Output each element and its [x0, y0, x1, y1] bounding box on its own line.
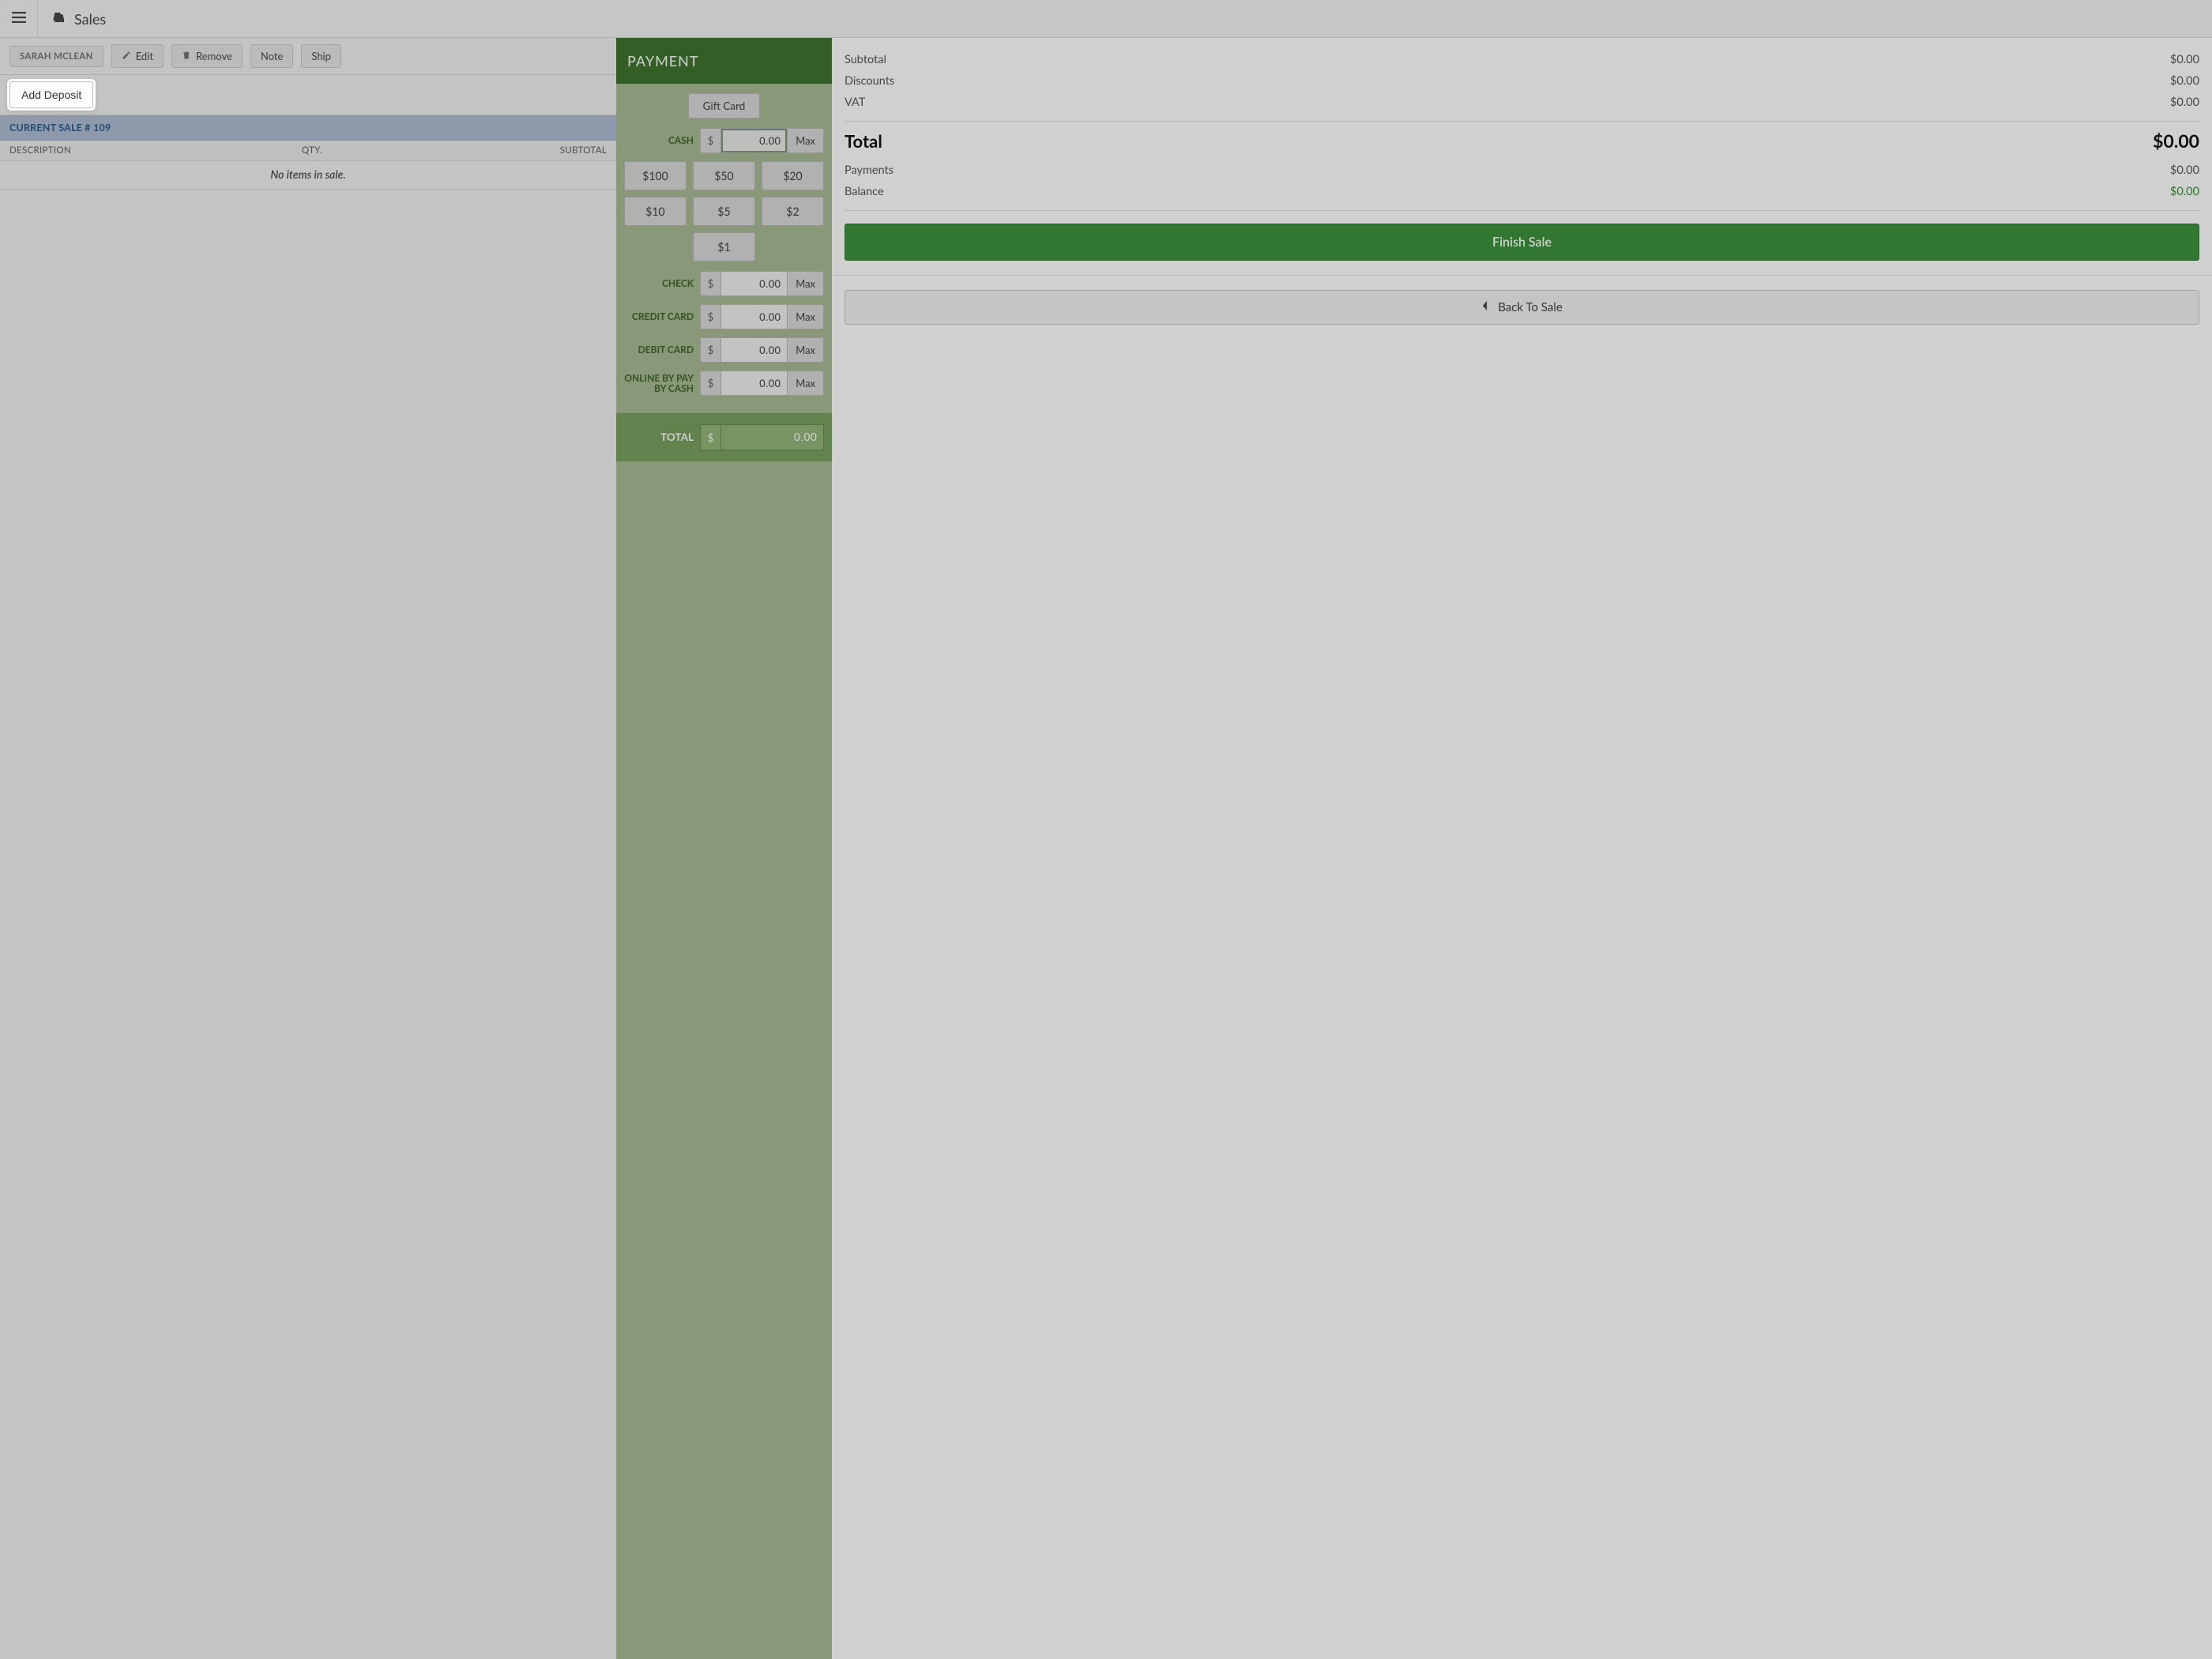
check-max-button[interactable]: Max	[788, 271, 824, 296]
currency-symbol: $	[700, 424, 720, 450]
register-icon	[52, 10, 66, 28]
summary-total: Total $0.00	[845, 130, 2199, 152]
cash-max-button[interactable]: Max	[788, 128, 824, 153]
col-subtotal: SUBTOTAL	[381, 145, 607, 156]
quick-20[interactable]: $20	[762, 161, 824, 190]
summary-panel: Subtotal $0.00 Discounts $0.00 VAT $0.00…	[832, 38, 2212, 1659]
check-label: CHECK	[624, 278, 700, 288]
chevron-left-icon	[1481, 300, 1488, 314]
back-to-sale-label: Back To Sale	[1498, 300, 1563, 314]
balance-label: Balance	[845, 185, 884, 198]
check-input[interactable]	[720, 271, 788, 296]
sale-empty-message: No items in sale.	[0, 161, 616, 190]
sale-panel: SARAH MCLEAN Edit Remove Note Ship Add D…	[0, 38, 616, 1659]
quick-1[interactable]: $1	[693, 232, 755, 261]
payment-row-debit: DEBIT CARD $ Max	[624, 337, 824, 363]
note-button[interactable]: Note	[250, 44, 293, 68]
quick-5[interactable]: $5	[693, 197, 755, 226]
summary-subtotal: Subtotal $0.00	[845, 49, 2199, 70]
customer-chip[interactable]: SARAH MCLEAN	[9, 46, 103, 67]
cash-input[interactable]	[720, 128, 788, 153]
quick-100[interactable]: $100	[624, 161, 687, 190]
cash-label: CASH	[624, 135, 700, 145]
ship-button[interactable]: Ship	[301, 44, 341, 68]
online-max-button[interactable]: Max	[788, 371, 824, 396]
top-bar: Sales	[0, 0, 2212, 38]
summary-payments: Payments $0.00	[845, 160, 2199, 181]
current-sale-banner: CURRENT SALE # 109	[0, 115, 616, 141]
discounts-label: Discounts	[845, 74, 894, 88]
payment-row-online: ONLINE BY PAY BY CASH $ Max	[624, 371, 824, 396]
vat-value: $0.00	[2170, 96, 2199, 109]
finish-sale-button[interactable]: Finish Sale	[845, 224, 2199, 261]
sale-table-header: DESCRIPTION QTY. SUBTOTAL	[0, 141, 616, 161]
vat-label: VAT	[845, 96, 865, 109]
divider	[845, 121, 2199, 122]
main-menu-button[interactable]	[0, 0, 38, 38]
quick-10[interactable]: $10	[624, 197, 687, 226]
divider	[845, 210, 2199, 211]
online-label: ONLINE BY PAY BY CASH	[624, 373, 700, 393]
summary-discounts: Discounts $0.00	[845, 70, 2199, 92]
payment-row-check: CHECK $ Max	[624, 271, 824, 296]
add-deposit-button[interactable]: Add Deposit	[9, 81, 93, 108]
payment-panel: PAYMENT Gift Card CASH $ Max $100 $50 $2…	[616, 38, 832, 1659]
summary-vat: VAT $0.00	[845, 92, 2199, 113]
quick-2[interactable]: $2	[762, 197, 824, 226]
col-qty: QTY.	[302, 145, 381, 156]
col-description: DESCRIPTION	[9, 145, 302, 156]
currency-symbol: $	[700, 128, 720, 153]
remove-button-label: Remove	[196, 50, 232, 62]
deposit-row: Add Deposit	[0, 75, 616, 115]
quick-cash-grid: $100 $50 $20 $10 $5 $2 $1	[624, 161, 824, 261]
discounts-value: $0.00	[2170, 74, 2199, 88]
online-input[interactable]	[720, 371, 788, 396]
quick-50[interactable]: $50	[693, 161, 755, 190]
debit-input[interactable]	[720, 337, 788, 363]
subtotal-value: $0.00	[2170, 53, 2199, 66]
credit-input[interactable]	[720, 304, 788, 329]
hamburger-icon	[12, 11, 26, 26]
total-value: $0.00	[2153, 130, 2199, 152]
currency-symbol: $	[700, 337, 720, 363]
payment-row-cash: CASH $ Max	[624, 128, 824, 153]
debit-max-button[interactable]: Max	[788, 337, 824, 363]
summary-balance: Balance $0.00	[845, 181, 2199, 202]
back-to-sale-button[interactable]: Back To Sale	[845, 290, 2199, 325]
remove-button[interactable]: Remove	[171, 44, 243, 68]
trash-icon	[182, 50, 191, 62]
subtotal-label: Subtotal	[845, 53, 886, 66]
balance-value: $0.00	[2170, 185, 2199, 198]
pencil-icon	[122, 50, 131, 62]
edit-button[interactable]: Edit	[111, 44, 164, 68]
payment-total-bar: TOTAL $	[616, 413, 832, 461]
divider	[832, 275, 2212, 276]
module-label: Sales	[38, 10, 106, 28]
total-label: Total	[845, 130, 882, 152]
payments-label: Payments	[845, 164, 893, 177]
currency-symbol: $	[700, 271, 720, 296]
payment-row-credit: CREDIT CARD $ Max	[624, 304, 824, 329]
payment-total-value	[720, 424, 824, 450]
credit-max-button[interactable]: Max	[788, 304, 824, 329]
payment-total-label: TOTAL	[624, 431, 700, 443]
debit-label: DEBIT CARD	[624, 344, 700, 355]
gift-card-button[interactable]: Gift Card	[688, 93, 761, 118]
edit-button-label: Edit	[136, 50, 153, 62]
payment-header: PAYMENT	[616, 38, 832, 84]
module-title: Sales	[74, 10, 106, 28]
sale-toolbar: SARAH MCLEAN Edit Remove Note Ship	[0, 38, 616, 75]
payments-value: $0.00	[2170, 164, 2199, 177]
currency-symbol: $	[700, 304, 720, 329]
currency-symbol: $	[700, 371, 720, 396]
credit-label: CREDIT CARD	[624, 311, 700, 322]
